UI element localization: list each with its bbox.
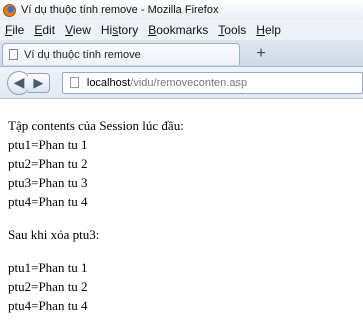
list-item: ptu1=Phan tu 1 — [8, 137, 88, 152]
page-content: Tập contents của Session lúc đầu: ptu1=P… — [8, 116, 184, 315]
menu-history[interactable]: History — [96, 23, 143, 37]
tab-strip: Ví dụ thuộc tính remove + — [0, 40, 363, 67]
tab-active[interactable]: Ví dụ thuộc tính remove — [2, 43, 240, 65]
window-titlebar: Ví dụ thuộc tính remove - Mozilla Firefo… — [0, 0, 363, 20]
navigation-toolbar: ◀ ▶ localhost/vidu/removeconten.asp — [0, 67, 363, 99]
url-bar[interactable]: localhost/vidu/removeconten.asp — [61, 71, 363, 94]
firefox-icon — [3, 3, 16, 17]
menu-tools[interactable]: Tools — [213, 23, 251, 37]
window-title: Ví dụ thuộc tính remove - Mozilla Firefo… — [21, 4, 219, 16]
heading-after-remove: Sau khi xóa ptu3: — [8, 227, 100, 242]
forward-arrow-icon: ▶ — [33, 74, 44, 90]
list-item: ptu2=Phan tu 2 — [8, 156, 88, 171]
new-tab-button[interactable]: + — [250, 44, 272, 64]
url-host: localhost — [86, 76, 131, 89]
list-item: ptu4=Phan tu 4 — [8, 298, 88, 313]
forward-button[interactable]: ▶ — [27, 72, 50, 93]
url-path: /vidu/removeconten.asp — [130, 76, 248, 89]
back-arrow-icon: ◀ — [13, 74, 25, 90]
list-item: ptu3=Phan tu 3 — [8, 175, 88, 190]
menu-file[interactable]: File — [0, 23, 29, 37]
heading-initial: Tập contents của Session lúc đầu: — [8, 118, 184, 133]
list-item: ptu1=Phan tu 1 — [8, 260, 88, 275]
tab-label: Ví dụ thuộc tính remove — [24, 48, 141, 61]
list-item: ptu2=Phan tu 2 — [8, 279, 88, 294]
page-icon — [9, 49, 18, 60]
menu-help[interactable]: Help — [251, 23, 286, 37]
list-item: ptu4=Phan tu 4 — [8, 194, 88, 209]
menu-bar: File Edit View History Bookmarks Tools H… — [0, 20, 363, 40]
menu-edit[interactable]: Edit — [29, 23, 60, 37]
menu-bookmarks[interactable]: Bookmarks — [143, 23, 213, 37]
menu-view[interactable]: View — [60, 23, 96, 37]
page-icon — [69, 77, 79, 88]
